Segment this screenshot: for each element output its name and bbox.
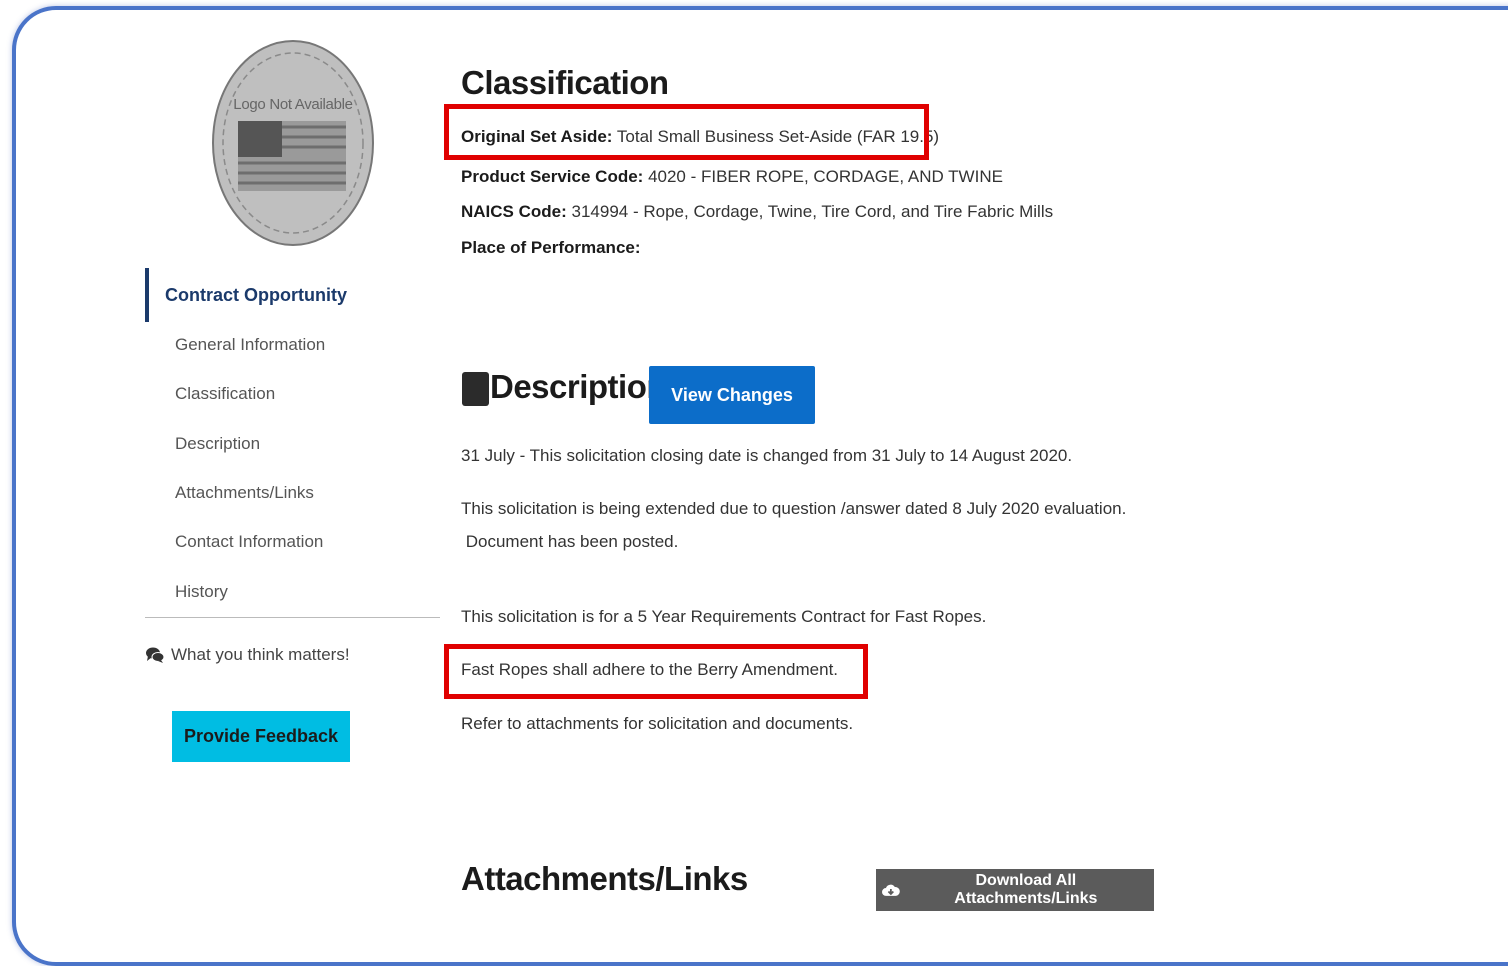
sidebar-item-classification[interactable]: Classification [175, 384, 275, 404]
download-all-attachments-button[interactable]: Download All Attachments/Links [876, 869, 1154, 911]
flag-icon [238, 121, 346, 191]
agency-logo: Logo Not Available [210, 38, 376, 248]
description-paragraph: Refer to attachments for solicitation an… [461, 714, 854, 733]
provide-feedback-button[interactable]: Provide Feedback [172, 711, 350, 762]
place-of-performance-field: Place of Performance: [461, 238, 641, 258]
logo-placeholder-text: Logo Not Available [233, 96, 353, 113]
description-paragraph: Document has been posted. [461, 532, 679, 551]
download-all-label: Download All Attachments/Links [954, 872, 1098, 907]
attachments-heading: Attachments/Links [461, 860, 748, 897]
description-paragraph: 31 July - This solicitation closing date… [461, 446, 1073, 465]
cloud-download-icon [882, 884, 900, 896]
comments-icon [146, 647, 165, 663]
sidebar-item-general-information[interactable]: General Information [175, 335, 325, 355]
psc-label: Product Service Code: [461, 167, 644, 186]
naics-field: NAICS Code: 314994 - Rope, Cordage, Twin… [461, 202, 1053, 222]
naics-value: 314994 - Rope, Cordage, Twine, Tire Cord… [571, 202, 1054, 221]
sidebar-item-attachments[interactable]: Attachments/Links [175, 483, 314, 503]
description-marker-icon [462, 372, 489, 406]
feedback-note-text: What you think matters! [171, 645, 350, 664]
sidebar-divider [145, 617, 440, 618]
naics-label: NAICS Code: [461, 202, 567, 221]
seal-icon [212, 40, 374, 246]
view-changes-button[interactable]: View Changes [649, 366, 815, 424]
classification-heading: Classification [461, 64, 669, 101]
sidebar-item-contact-information[interactable]: Contact Information [175, 532, 323, 552]
place-of-performance-label: Place of Performance: [461, 238, 641, 257]
description-paragraph: This solicitation is for a 5 Year Requir… [461, 607, 987, 626]
feedback-note: What you think matters! [145, 645, 350, 665]
sidebar-item-contract-opportunity[interactable]: Contract Opportunity [145, 268, 347, 322]
sidebar-item-description[interactable]: Description [175, 434, 260, 454]
psc-field: Product Service Code: 4020 - FIBER ROPE,… [461, 167, 1003, 187]
highlight-box-berry-amendment [444, 644, 868, 699]
highlight-box-set-aside [444, 104, 929, 160]
sidebar-item-history[interactable]: History [175, 582, 228, 602]
description-heading: Description [490, 368, 667, 405]
psc-value: 4020 - FIBER ROPE, CORDAGE, AND TWINE [648, 167, 1003, 186]
description-paragraph: This solicitation is being extended due … [461, 499, 1127, 518]
